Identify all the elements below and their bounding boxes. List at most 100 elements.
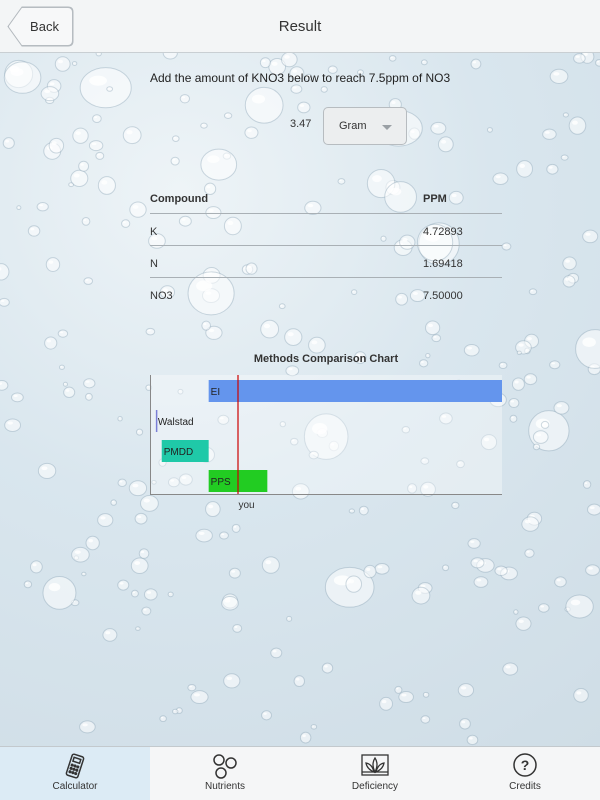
svg-text:?: ? [521,757,530,773]
water-drop [79,720,96,734]
water-drop [532,430,549,444]
water-drop [48,137,65,154]
water-drop [270,647,283,659]
water-drop [85,535,100,551]
water-drop [228,567,241,579]
water-drop [562,275,576,288]
water-drop [195,528,213,543]
compound-cell: K [150,226,158,238]
water-drop [473,576,489,588]
water-drop [172,135,180,143]
water-drop [430,121,447,135]
water-drop [97,513,114,528]
water-drop [0,379,9,391]
water-drop [232,623,243,633]
water-drop [261,710,272,721]
water-drop [509,414,518,423]
water-drop [36,202,49,212]
water-drop [516,350,522,355]
water-drop [2,137,15,150]
bar-label-pmdd: PMDD [164,447,193,458]
water-drop [320,86,328,93]
water-drop [58,364,65,370]
tab-nutrients[interactable]: Nutrients [150,747,300,800]
water-drop [524,548,535,558]
compound-table: Compound PPM K 4.72893 N 1.69418 NO3 7.5… [150,181,502,310]
water-drop [374,563,390,575]
water-drop [261,556,280,574]
water-drop [130,557,149,575]
water-drop [486,127,493,133]
water-drop [379,696,393,711]
water-drop [528,288,538,296]
water-drop [128,480,148,497]
tab-label: Calculator [52,781,98,792]
table-header-row: Compound PPM [150,181,502,214]
nutrients-icon [213,754,237,779]
water-drop [562,112,569,118]
water-drop [170,156,180,166]
water-drop [582,229,599,244]
compound-cell: N [150,258,158,270]
tab-credits[interactable]: ? Credits [450,747,600,800]
water-drop [57,329,69,338]
water-drop [420,59,428,66]
header-bar: Back Result [0,0,600,53]
water-drop [321,662,334,674]
water-drop [201,320,212,331]
water-drop [40,86,60,102]
water-drop [425,320,441,336]
table-row: K 4.72893 [150,214,502,246]
water-drop [71,61,78,66]
water-drop [585,564,600,576]
water-drop [121,219,131,228]
water-drop [143,588,158,601]
bar-ei [208,380,502,402]
water-drop [575,329,600,369]
water-drop [538,603,550,613]
chart-title: Methods Comparison Chart [253,353,399,365]
water-drop [0,263,10,281]
water-drop [223,112,233,119]
water-drop [81,217,91,226]
water-drop [363,564,377,579]
water-drop [293,675,306,688]
water-drop [83,277,94,285]
water-drop [129,201,147,218]
water-drop [62,381,68,387]
water-drop [135,428,144,436]
water-drop [532,443,541,451]
water-drop [200,148,238,181]
water-drop [145,327,156,336]
tab-deficiency[interactable]: Deficiency [300,747,450,800]
water-drop [259,57,271,69]
water-drop [219,531,229,540]
water-drop [513,609,519,615]
water-drop [72,127,89,144]
water-drop [546,163,559,175]
water-drop [470,58,482,70]
help-icon: ? [513,753,537,777]
page-title: Result [278,18,322,35]
water-drop [63,386,76,399]
water-drop [516,160,533,178]
water-drop [179,94,190,104]
tab-calculator[interactable]: Calculator [0,747,150,800]
water-drop [420,715,431,724]
water-drop [411,586,431,605]
water-drop [260,319,280,339]
water-drop [565,594,594,619]
water-drop [459,718,471,730]
water-drop [102,628,118,642]
water-drop [568,116,587,135]
back-button[interactable]: Back [8,7,73,46]
water-drop [110,499,117,506]
water-drop [299,731,312,744]
unit-dropdown[interactable]: Gram [323,107,407,145]
water-drop [117,579,130,591]
water-drop [286,615,293,622]
water-drop [394,685,403,694]
ppm-cell: 1.69418 [423,258,463,270]
marker-label-you: you [239,500,255,511]
water-drop [141,606,152,616]
